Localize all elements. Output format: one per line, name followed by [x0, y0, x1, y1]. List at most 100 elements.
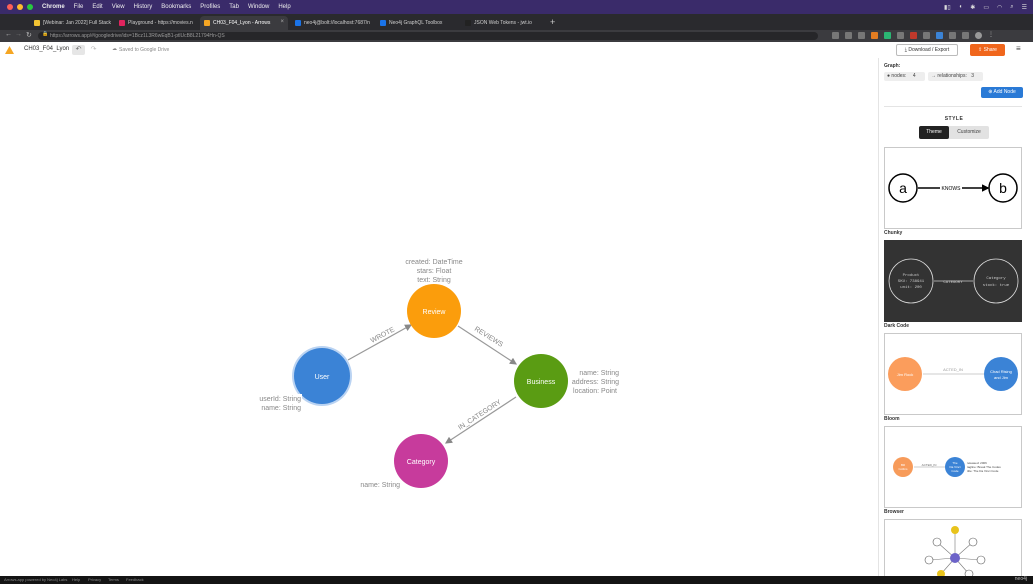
browser-tab-bar: [Webinar: Jan 2022] Full Stack Playgroun…: [0, 14, 1033, 30]
window-controls: [7, 4, 33, 10]
tab-title: Playground - https://movies.n: [128, 20, 193, 26]
node-properties: name: String address: String location: P…: [568, 367, 620, 395]
relationship-in-category[interactable]: [444, 396, 517, 444]
relationship-label[interactable]: IN_CATEGORY: [457, 399, 503, 432]
extension-icon[interactable]: [949, 32, 956, 39]
menu-bookmarks[interactable]: Bookmarks: [161, 4, 191, 10]
svg-text:Code: Code: [951, 469, 959, 473]
extension-icon[interactable]: [897, 32, 904, 39]
extension-icon[interactable]: [923, 32, 930, 39]
powered-by-text[interactable]: Arrows.app powered by Neo4j Labs: [4, 577, 67, 582]
download-export-button[interactable]: ⤓ Download / Export: [896, 44, 958, 56]
extension-icon[interactable]: [962, 32, 969, 39]
node-caption: User: [315, 374, 330, 381]
theme-preview: Jim Rock ACTED_IN Chad Rising and Jim: [888, 357, 1018, 391]
svg-text:Chad Rising: Chad Rising: [990, 369, 1012, 374]
menu-chrome[interactable]: Chrome: [42, 4, 65, 10]
browser-tab[interactable]: JSON Web Tokens - jwt.io: [461, 16, 543, 30]
node-business[interactable]: Business: [514, 354, 568, 408]
extension-icon[interactable]: [871, 32, 878, 39]
control-center-icon[interactable]: ☰: [1022, 4, 1027, 11]
diagram-name-field[interactable]: CH03_F04_Lyon: [24, 46, 69, 52]
footer-link-privacy[interactable]: Privacy: [88, 577, 101, 582]
property-text: stars: Float: [417, 268, 452, 275]
svg-text:title: The Da Vinci Code: title: The Da Vinci Code: [967, 469, 999, 473]
node-caption: Business: [527, 379, 556, 386]
theme-card-browser[interactable]: Bill Collins ACTED_IN The Da Vinci Code …: [884, 426, 1022, 508]
redo-button[interactable]: ↷: [87, 45, 100, 55]
menu-icon[interactable]: ≡: [1016, 44, 1021, 53]
tab-customize[interactable]: Customize: [949, 126, 989, 139]
divider: [884, 106, 1022, 107]
graph-heading: Graph:: [884, 63, 901, 69]
footer-link-terms[interactable]: Terms: [108, 577, 119, 582]
theme-card-bloom[interactable]: Jim Rock ACTED_IN Chad Rising and Jim: [884, 333, 1022, 415]
property-text: userId: String: [259, 396, 301, 403]
status-icon[interactable]: ▮▯: [944, 4, 951, 11]
tab-favicon-icon: [380, 20, 386, 26]
battery-icon[interactable]: ▭: [983, 4, 989, 11]
svg-text:Category: Category: [986, 276, 1006, 281]
add-node-button[interactable]: ⊕ Add Node: [981, 87, 1023, 98]
new-tab-button[interactable]: +: [550, 16, 555, 28]
footer-link-help[interactable]: Help: [72, 577, 80, 582]
relationships-count-badge[interactable]: → relationships: 3: [928, 72, 983, 81]
property-text: created: DateTime: [405, 259, 462, 266]
theme-preview: [924, 526, 986, 578]
close-window-button[interactable]: [7, 4, 13, 10]
minimize-window-button[interactable]: [17, 4, 23, 10]
share-button[interactable]: ⇪ Share: [970, 44, 1005, 56]
volume-icon[interactable]: ◖: [959, 4, 963, 10]
menu-tab[interactable]: Tab: [229, 4, 239, 10]
graph-canvas[interactable]: WROTE REVIEWS IN_CATEGORY Review created…: [0, 58, 878, 576]
menu-history[interactable]: History: [134, 4, 153, 10]
svg-text:and Jim: and Jim: [994, 375, 1009, 380]
close-tab-icon[interactable]: ×: [280, 19, 284, 25]
tab-favicon-icon: [204, 20, 210, 26]
extension-icon[interactable]: [858, 32, 865, 39]
undo-button[interactable]: ↶: [72, 45, 85, 55]
extension-icon[interactable]: [832, 32, 839, 39]
footer-link-feedback[interactable]: Feedback: [126, 577, 144, 582]
relationship-wrote[interactable]: [347, 324, 413, 361]
bluetooth-icon[interactable]: ✱: [970, 4, 975, 11]
forward-icon[interactable]: →: [15, 31, 22, 38]
menu-profiles[interactable]: Profiles: [200, 4, 220, 10]
node-review[interactable]: Review: [407, 284, 461, 338]
nodes-label: nodes:: [891, 73, 907, 79]
graph-svg[interactable]: WROTE REVIEWS IN_CATEGORY Review created…: [0, 58, 878, 576]
theme-card-partial[interactable]: [884, 519, 1022, 579]
node-category[interactable]: Category: [394, 434, 448, 488]
extension-icon[interactable]: [910, 32, 917, 39]
search-icon[interactable]: ⌕: [1010, 4, 1013, 11]
browser-tab[interactable]: neo4j@bolt://localhost:7687/n: [291, 16, 373, 30]
tab-title: neo4j@bolt://localhost:7687/n: [304, 20, 370, 26]
more-icon[interactable]: ⋮: [988, 32, 994, 39]
extension-icon[interactable]: [936, 32, 943, 39]
extension-icon[interactable]: [845, 32, 852, 39]
wifi-icon[interactable]: ◠: [997, 4, 1002, 11]
menu-view[interactable]: View: [112, 4, 125, 10]
theme-card-chunky[interactable]: a KNOWS b: [884, 147, 1022, 229]
menu-file[interactable]: File: [74, 4, 84, 10]
property-text: address: String: [572, 379, 619, 386]
nodes-count-badge[interactable]: ● nodes: 4: [884, 72, 925, 81]
theme-card-dark-code[interactable]: Product SKU: 738941 unit: 200 CATEGORY C…: [884, 240, 1022, 322]
browser-tab-active[interactable]: CH03_F04_Lyon - Arrows ×: [200, 16, 288, 30]
back-icon[interactable]: ←: [5, 31, 12, 38]
zoom-window-button[interactable]: [27, 4, 33, 10]
reload-icon[interactable]: ↻: [26, 31, 32, 39]
svg-text:Jim Rock: Jim Rock: [897, 372, 913, 377]
browser-tab[interactable]: Neo4j GraphQL Toolbox: [376, 16, 458, 30]
url-field[interactable]: https://arrows.app/#/googledrive/ids=1Bc…: [38, 32, 818, 40]
extension-icon[interactable]: [884, 32, 891, 39]
theme-name: Bloom: [884, 416, 900, 422]
tab-theme[interactable]: Theme: [919, 126, 949, 139]
menu-window[interactable]: Window: [248, 4, 269, 10]
menu-help[interactable]: Help: [278, 4, 290, 10]
browser-tab[interactable]: Playground - https://movies.n: [115, 16, 197, 30]
profile-avatar[interactable]: [975, 32, 982, 39]
menu-edit[interactable]: Edit: [92, 4, 102, 10]
svg-text:Product: Product: [903, 273, 920, 278]
browser-tab[interactable]: [Webinar: Jan 2022] Full Stack: [30, 16, 112, 30]
